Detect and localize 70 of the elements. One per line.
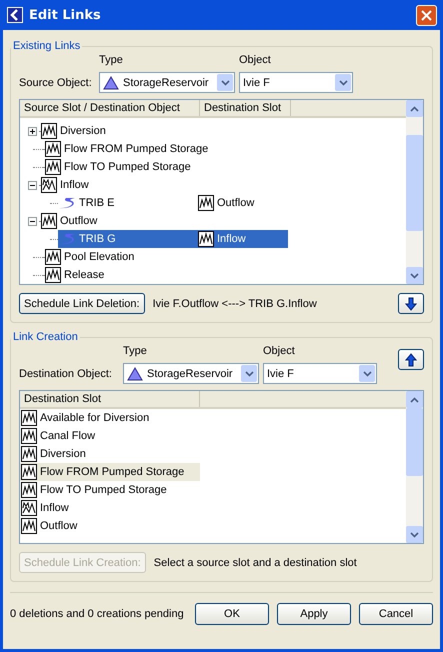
scrollbar[interactable] [406,391,423,543]
slot-icon [45,249,61,265]
slot-icon [45,159,61,175]
down-arrow-icon [405,296,417,310]
tree-item[interactable]: Flow TO Pumped Storage [45,158,193,176]
status-text: 0 deletions and 0 creations pending [10,608,185,620]
move-up-button[interactable] [398,349,424,370]
slot-icon [45,141,61,157]
list-item[interactable]: Flow TO Pumped Storage [20,481,200,499]
window-title: Edit Links [29,8,102,22]
link-row-object[interactable]: TRIB E [58,194,198,212]
triangle-icon [127,366,143,380]
object-dropdown[interactable]: Ivie F [239,72,353,93]
collapse-icon[interactable] [28,216,37,226]
object-label: Object [239,54,272,66]
destination-object-label: Destination Object: [19,368,113,380]
link-row-slot[interactable]: Outflow [198,194,288,212]
tree-item[interactable]: Inflow [41,176,91,194]
chevron-down-icon [220,80,230,86]
move-down-button[interactable] [398,293,424,314]
link-row-slot[interactable]: Inflow [198,230,288,248]
tree-item[interactable]: Flow FROM Pumped Storage [45,140,210,158]
list-item[interactable]: Available for Diversion [20,409,200,427]
slot-icon [41,213,57,229]
schedule-link-deletion-button[interactable]: Schedule Link Deletion: [19,293,145,314]
close-icon [421,10,432,20]
chevron-down-icon [338,80,348,86]
slot-icon [198,231,214,247]
tree-item[interactable]: Diversion [41,122,108,140]
list-item[interactable]: Outflow [20,517,200,535]
list-item[interactable]: Inflow [20,499,200,517]
object-label: Object [263,345,296,357]
slot-icon [41,177,57,193]
type-label: Type [99,54,124,66]
triangle-icon [103,76,119,90]
column-header[interactable]: Source Slot / Destination Object [20,100,200,116]
dialog-button[interactable]: Cancel [359,603,433,625]
chevron-up-icon [410,396,419,402]
dialog-button[interactable]: Apply [277,603,351,625]
list-item[interactable]: Diversion [20,445,200,463]
app-icon [7,7,23,23]
group-title: Link Creation [12,331,79,343]
object-dropdown[interactable]: Ivie F [263,363,377,384]
type-dropdown[interactable]: StorageReservoir [99,72,235,93]
tree-item[interactable]: Outflow [41,212,100,230]
type-label: Type [123,345,148,357]
tree-item[interactable]: Release [45,266,106,284]
type-dropdown[interactable]: StorageReservoir [123,363,259,384]
expand-icon[interactable] [28,126,37,136]
collapse-icon[interactable] [28,180,37,190]
chevron-down-icon [362,370,372,376]
dialog-button[interactable]: OK [195,603,269,625]
chevron-up-icon [410,106,419,112]
up-arrow-icon [405,352,417,366]
list-item[interactable]: Flow FROM Pumped Storage [20,463,200,481]
chevron-down-icon [410,272,419,278]
column-header[interactable]: Destination Slot [200,100,291,116]
link-row-object[interactable]: TRIB G [58,230,198,248]
link-description: Ivie F.Outflow <---> TRIB G.Inflow [152,298,318,310]
source-object-label: Source Object: [19,76,93,88]
group-title: Existing Links [12,40,82,52]
slot-icon [198,195,214,211]
chevron-down-icon [244,370,254,376]
slot-icon [41,123,57,139]
tree-item[interactable]: Pool Elevation [45,248,136,266]
scrollbar[interactable] [406,100,423,284]
hint-text: Select a source slot and a destination slot [154,556,358,568]
chevron-down-icon [410,532,419,538]
list-item[interactable]: Canal Flow [20,427,200,445]
close-button[interactable] [416,4,437,26]
